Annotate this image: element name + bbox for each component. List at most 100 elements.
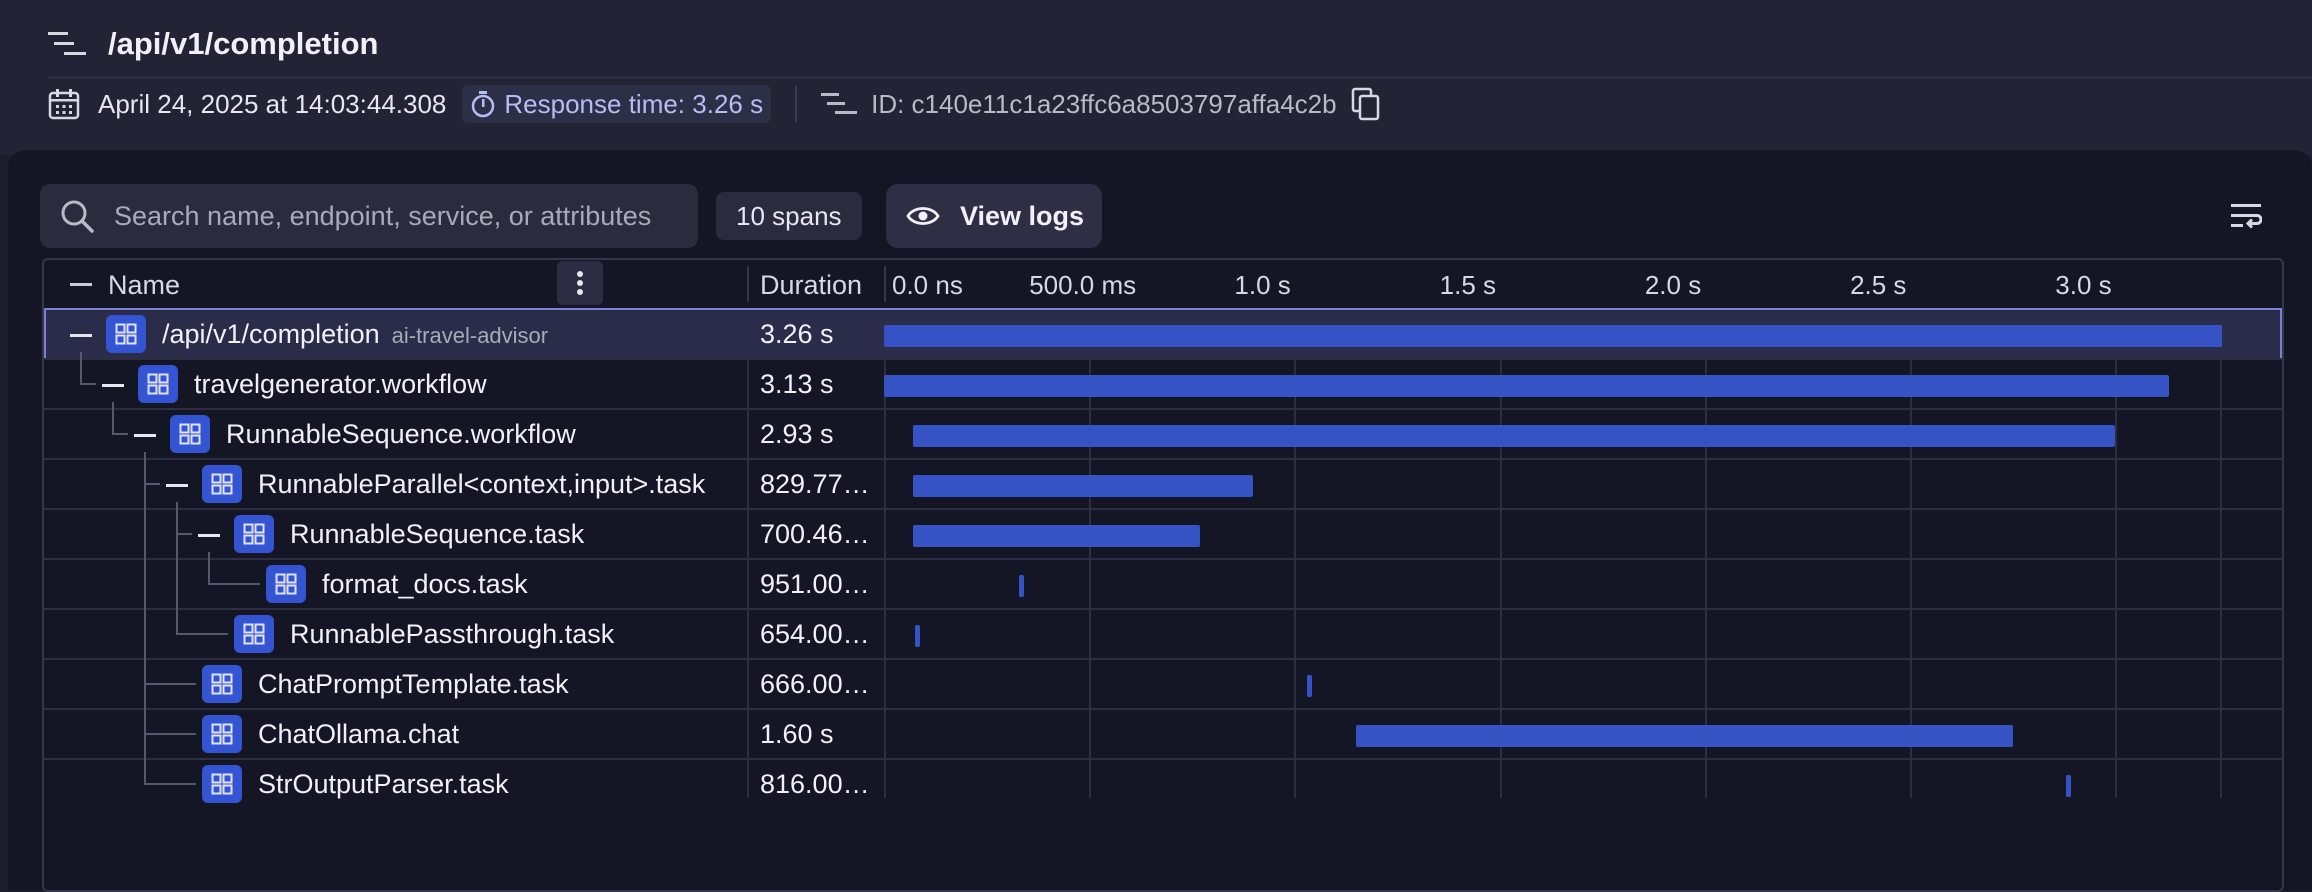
timeline-tick-label: 1.0 s bbox=[1234, 270, 1291, 300]
span-name: RunnableParallel<context,input>.task bbox=[258, 469, 705, 500]
collapse-all-button[interactable] bbox=[70, 283, 92, 286]
span-duration: 829.77… bbox=[760, 469, 870, 499]
tree-connector bbox=[208, 552, 210, 583]
eye-icon bbox=[906, 207, 940, 225]
span-duration: 1.60 s bbox=[760, 719, 834, 749]
column-divider[interactable] bbox=[884, 266, 886, 302]
span-row[interactable]: ChatOllama.chat 1.60 s bbox=[44, 708, 2282, 760]
span-name: ChatOllama.chat bbox=[258, 719, 459, 750]
tree-connector bbox=[80, 352, 82, 383]
span-service: ai-travel-advisor bbox=[391, 323, 549, 348]
span-bar[interactable] bbox=[1306, 675, 1312, 697]
span-row[interactable]: ChatPromptTemplate.task 666.00… bbox=[44, 658, 2282, 710]
collapse-toggle[interactable] bbox=[166, 484, 188, 487]
trace-id: ID: c140e11c1a23ffc6a8503797affa4c2b bbox=[871, 88, 1337, 119]
span-name-text: travelgenerator.workflow bbox=[194, 369, 487, 399]
span-duration: 3.13 s bbox=[760, 369, 834, 399]
span-row[interactable]: format_docs.task 951.00… bbox=[44, 558, 2282, 610]
span-row[interactable]: RunnableSequence.task 700.46… bbox=[44, 508, 2282, 560]
divider bbox=[795, 86, 798, 122]
tree-connector bbox=[80, 383, 96, 385]
calendar-icon bbox=[48, 89, 80, 120]
span-name: travelgenerator.workflow bbox=[194, 369, 487, 400]
span-duration: 666.00… bbox=[760, 669, 870, 699]
span-name-text: ChatOllama.chat bbox=[258, 719, 460, 749]
span-type-icon bbox=[234, 615, 274, 653]
view-logs-button[interactable]: View logs bbox=[886, 184, 1102, 248]
span-bar[interactable] bbox=[2066, 775, 2072, 797]
tree-connector bbox=[144, 452, 146, 783]
span-duration: 2.93 s bbox=[760, 419, 834, 449]
tree-connector bbox=[112, 402, 114, 433]
wrap-lines-icon[interactable] bbox=[2230, 200, 2262, 232]
span-bar[interactable] bbox=[912, 425, 2116, 447]
collapse-toggle[interactable] bbox=[134, 434, 156, 437]
timeline-tick-label: 2.0 s bbox=[1644, 270, 1702, 300]
search-input[interactable] bbox=[112, 199, 696, 233]
copy-icon[interactable] bbox=[1351, 87, 1381, 121]
column-divider[interactable] bbox=[747, 266, 749, 302]
duration-column-header[interactable]: Duration bbox=[760, 270, 862, 301]
tree-connector bbox=[176, 533, 192, 535]
span-type-icon bbox=[202, 465, 242, 503]
trace-header: /api/v1/completion April 24, 2025 at 14:… bbox=[0, 0, 2312, 155]
response-time: Response time: 3.26 s bbox=[504, 88, 764, 119]
kebab-menu-icon bbox=[577, 271, 583, 295]
span-name: RunnablePassthrough.task bbox=[290, 619, 614, 650]
name-column-header[interactable]: Name bbox=[108, 270, 180, 301]
trace-icon bbox=[48, 32, 86, 55]
span-bar[interactable] bbox=[884, 325, 2222, 347]
collapse-toggle[interactable] bbox=[70, 334, 92, 337]
search-icon bbox=[61, 200, 94, 233]
tree-connector bbox=[176, 633, 228, 635]
span-row[interactable]: RunnablePassthrough.task 654.00… bbox=[44, 608, 2282, 660]
timeline-tick-label: 0.0 ns bbox=[892, 270, 963, 300]
spans-table: Name Duration 0.0 ns 500.0 ms 1.0 s 1.5 s 2.… bbox=[42, 258, 2284, 892]
timeline-tick-label: 500.0 ms bbox=[1029, 270, 1137, 300]
stopwatch-icon bbox=[472, 91, 495, 118]
span-type-icon bbox=[266, 565, 306, 603]
span-name: StrOutputParser.task bbox=[258, 769, 509, 800]
span-duration: 816.00… bbox=[760, 769, 870, 799]
span-row[interactable]: StrOutputParser.task 816.00… bbox=[44, 758, 2282, 810]
span-bar[interactable] bbox=[912, 475, 1254, 497]
span-row[interactable]: travelgenerator.workflow 3.13 s bbox=[44, 358, 2282, 410]
divider bbox=[48, 77, 2312, 78]
search-box[interactable] bbox=[40, 184, 698, 248]
span-type-icon bbox=[170, 415, 210, 453]
span-bar[interactable] bbox=[914, 625, 920, 647]
span-name-text: RunnableParallel<context,input>.task bbox=[258, 469, 706, 499]
trace-meta: April 24, 2025 at 14:03:44.308 Response … bbox=[48, 82, 1381, 126]
span-duration: 654.00… bbox=[760, 619, 870, 649]
timeline-tick-label: 1.5 s bbox=[1439, 270, 1497, 300]
spans-count-badge: 10 spans bbox=[716, 192, 862, 240]
collapse-toggle[interactable] bbox=[198, 534, 220, 537]
column-menu-button[interactable] bbox=[557, 261, 603, 305]
span-name-text: StrOutputParser.task bbox=[258, 769, 509, 799]
span-bar[interactable] bbox=[1019, 575, 1025, 597]
span-name: RunnableSequence.task bbox=[290, 519, 584, 550]
tree-connector bbox=[176, 502, 178, 633]
span-name: /api/v1/completion ai-travel-advisor bbox=[162, 319, 548, 350]
span-name: format_docs.task bbox=[322, 569, 528, 600]
span-bar[interactable] bbox=[1355, 725, 2013, 747]
span-name-text: RunnablePassthrough.task bbox=[290, 619, 615, 649]
title-row: /api/v1/completion bbox=[48, 20, 378, 68]
span-type-icon bbox=[106, 315, 146, 353]
span-row[interactable]: RunnableParallel<context,input>.task 829.… bbox=[44, 458, 2282, 510]
view-logs-label: View logs bbox=[960, 200, 1085, 231]
page-title: /api/v1/completion bbox=[108, 26, 379, 61]
tree-connector bbox=[144, 683, 196, 685]
span-bar[interactable] bbox=[912, 525, 1201, 547]
span-row[interactable]: /api/v1/completion ai-travel-advisor 3.26 … bbox=[44, 308, 2282, 360]
collapse-toggle[interactable] bbox=[102, 384, 124, 387]
trace-timestamp: April 24, 2025 at 14:03:44.308 bbox=[98, 88, 447, 119]
span-name-text: RunnableSequence.task bbox=[290, 519, 585, 549]
span-name-text: RunnableSequence.workflow bbox=[226, 419, 576, 449]
tree-connector bbox=[144, 783, 196, 785]
span-row[interactable]: RunnableSequence.workflow 2.93 s bbox=[44, 408, 2282, 460]
span-type-icon bbox=[138, 365, 178, 403]
tree-connector bbox=[112, 433, 128, 435]
tree-connector bbox=[144, 483, 160, 485]
span-bar[interactable] bbox=[884, 375, 2169, 397]
